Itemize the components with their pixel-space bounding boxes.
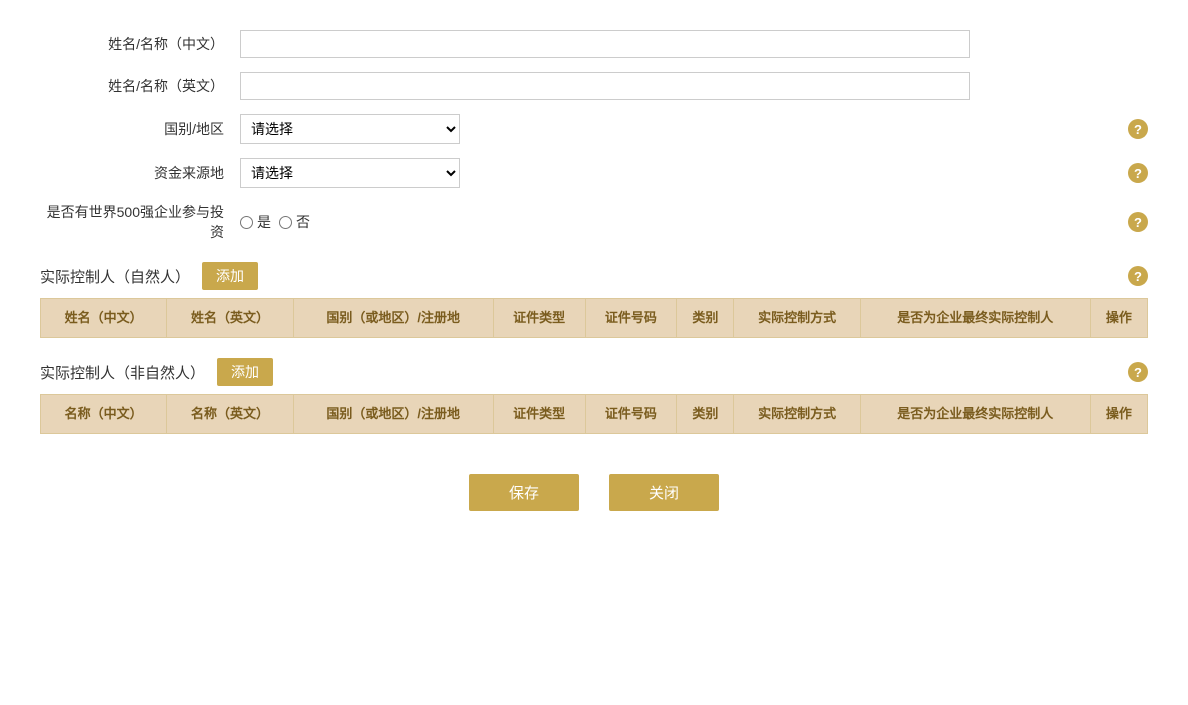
name-en-input[interactable] [240, 72, 970, 100]
world500-yes-text: 是 [257, 212, 271, 232]
non-natural-person-section-header: 实际控制人（非自然人） 添加 ? [40, 358, 1148, 386]
natural-person-table: 姓名（中文） 姓名（英文） 国别（或地区）/注册地 证件类型 证件号码 类别 实… [40, 298, 1148, 338]
col-ultimate-controller: 是否为企业最终实际控制人 [860, 299, 1090, 338]
world500-no-label[interactable]: 否 [279, 212, 310, 232]
name-cn-label: 姓名/名称（中文） [40, 34, 240, 54]
col-category-nonnaturel: 类别 [677, 395, 734, 434]
name-en-row: 姓名/名称（英文） [40, 72, 1148, 100]
fund-source-row: 资金来源地 请选择 ? [40, 158, 1148, 188]
world500-row: 是否有世界500强企业参与投资 是 否 ? [40, 202, 1148, 242]
country-select[interactable]: 请选择 [240, 114, 460, 144]
non-natural-person-title: 实际控制人（非自然人） [40, 362, 205, 383]
natural-person-table-head: 姓名（中文） 姓名（英文） 国别（或地区）/注册地 证件类型 证件号码 类别 实… [41, 299, 1148, 338]
natural-person-table-wrapper: 姓名（中文） 姓名（英文） 国别（或地区）/注册地 证件类型 证件号码 类别 实… [40, 298, 1148, 338]
natural-person-help-icon[interactable]: ? [1128, 266, 1148, 286]
col-cert-no-nonnaturel: 证件号码 [585, 395, 677, 434]
country-row: 国别/地区 请选择 ? [40, 114, 1148, 144]
non-natural-person-table-wrapper: 名称（中文） 名称（英文） 国别（或地区）/注册地 证件类型 证件号码 类别 实… [40, 394, 1148, 434]
natural-person-section-header: 实际控制人（自然人） 添加 ? [40, 262, 1148, 290]
col-operation: 操作 [1090, 299, 1147, 338]
name-en-label: 姓名/名称（英文） [40, 76, 240, 96]
natural-person-header-row: 姓名（中文） 姓名（英文） 国别（或地区）/注册地 证件类型 证件号码 类别 实… [41, 299, 1148, 338]
col-name-en: 姓名（英文） [167, 299, 293, 338]
world500-no-radio[interactable] [279, 216, 292, 229]
col-cert-type: 证件类型 [493, 299, 585, 338]
col-control-method-nonnaturel: 实际控制方式 [734, 395, 860, 434]
natural-person-section-left: 实际控制人（自然人） 添加 [40, 262, 258, 290]
bottom-buttons: 保存 关闭 [40, 474, 1148, 511]
col-name-en-nonnaturel: 名称（英文） [167, 395, 293, 434]
non-natural-person-add-button[interactable]: 添加 [217, 358, 273, 386]
col-cert-type-nonnaturel: 证件类型 [493, 395, 585, 434]
col-cert-no: 证件号码 [585, 299, 677, 338]
fund-source-label: 资金来源地 [40, 163, 240, 183]
col-country-nonnaturel: 国别（或地区）/注册地 [293, 395, 493, 434]
country-help-icon[interactable]: ? [1128, 119, 1148, 139]
world500-no-text: 否 [296, 212, 310, 232]
col-operation-nonnaturel: 操作 [1090, 395, 1147, 434]
world500-help-icon[interactable]: ? [1128, 212, 1148, 232]
world500-label: 是否有世界500强企业参与投资 [40, 202, 240, 242]
world500-yes-label[interactable]: 是 [240, 212, 271, 232]
fund-source-select[interactable]: 请选择 [240, 158, 460, 188]
world500-yes-radio[interactable] [240, 216, 253, 229]
non-natural-person-help-icon[interactable]: ? [1128, 362, 1148, 382]
world500-radio-group: 是 否 [240, 212, 310, 232]
name-cn-input[interactable] [240, 30, 970, 58]
col-category: 类别 [677, 299, 734, 338]
non-natural-person-header-row: 名称（中文） 名称（英文） 国别（或地区）/注册地 证件类型 证件号码 类别 实… [41, 395, 1148, 434]
col-country: 国别（或地区）/注册地 [293, 299, 493, 338]
save-button[interactable]: 保存 [469, 474, 579, 511]
name-cn-row: 姓名/名称（中文） [40, 30, 1148, 58]
basic-info-section: 姓名/名称（中文） 姓名/名称（英文） 国别/地区 请选择 ? 资金来源地 请选… [40, 30, 1148, 242]
natural-person-add-button[interactable]: 添加 [202, 262, 258, 290]
close-button[interactable]: 关闭 [609, 474, 719, 511]
non-natural-person-table: 名称（中文） 名称（英文） 国别（或地区）/注册地 证件类型 证件号码 类别 实… [40, 394, 1148, 434]
non-natural-person-table-head: 名称（中文） 名称（英文） 国别（或地区）/注册地 证件类型 证件号码 类别 实… [41, 395, 1148, 434]
col-ultimate-controller-nonnaturel: 是否为企业最终实际控制人 [860, 395, 1090, 434]
fund-source-help-icon[interactable]: ? [1128, 163, 1148, 183]
col-name-cn-nonnaturel: 名称（中文） [41, 395, 167, 434]
country-label: 国别/地区 [40, 119, 240, 139]
non-natural-person-section-left: 实际控制人（非自然人） 添加 [40, 358, 273, 386]
natural-person-title: 实际控制人（自然人） [40, 266, 190, 287]
col-name-cn: 姓名（中文） [41, 299, 167, 338]
col-control-method: 实际控制方式 [734, 299, 860, 338]
